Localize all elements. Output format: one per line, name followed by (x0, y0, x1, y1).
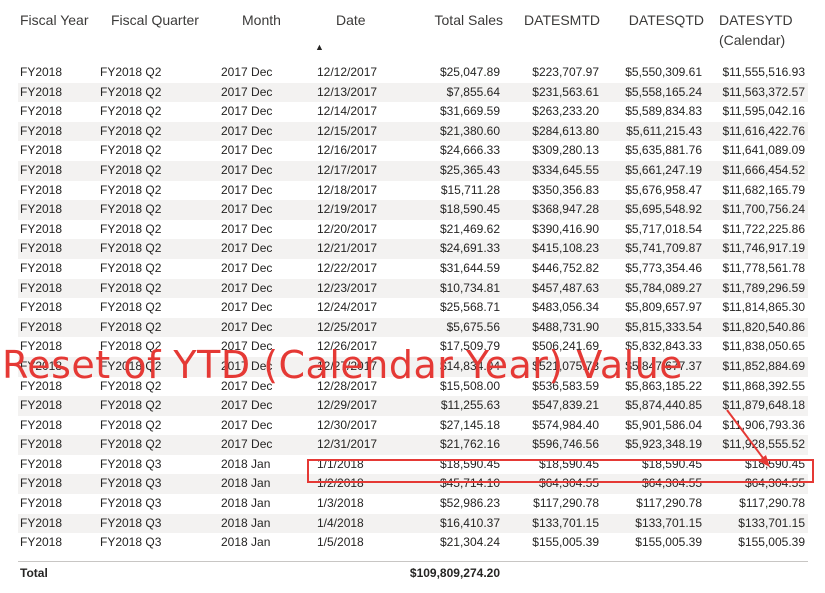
annotation-text: Reset of YTD (Calendar Year) Value (2, 343, 684, 387)
annotation-arrow (726, 409, 770, 467)
